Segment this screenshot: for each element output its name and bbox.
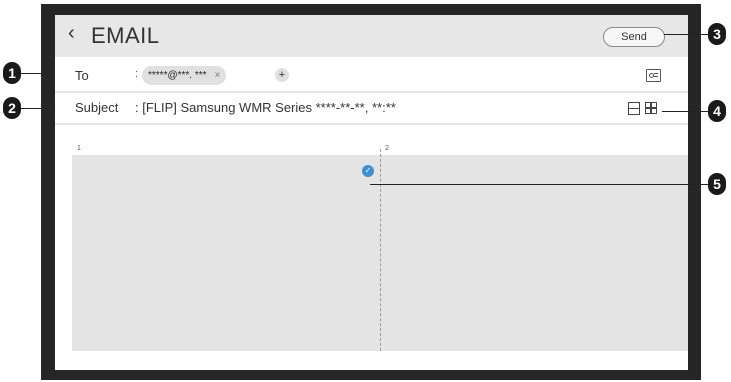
subject-row: Subject : [FLIP] Samsung WMR Series ****…	[55, 93, 688, 123]
single-layout-icon[interactable]	[628, 102, 640, 115]
page-label-2: 2	[385, 145, 389, 152]
callout-leader	[370, 184, 708, 185]
callout-leader	[21, 73, 55, 74]
callout-4: 4	[708, 100, 726, 122]
page-label-1: 1	[77, 145, 81, 152]
check-circle-icon[interactable]: ✓	[362, 165, 374, 177]
page-divider	[380, 149, 381, 351]
send-button[interactable]: Send	[603, 27, 665, 47]
contact-card-icon[interactable]	[646, 69, 661, 82]
to-label: To	[75, 68, 89, 83]
email-screen: ‹ EMAIL Send To : *****@***. *** × + Subj…	[55, 15, 688, 370]
recipient-chip[interactable]: *****@***. *** ×	[142, 66, 227, 85]
grid-layout-icon[interactable]	[645, 102, 657, 114]
to-separator: :	[135, 68, 139, 80]
email-header: ‹ EMAIL Send	[55, 15, 688, 57]
callout-5: 5	[708, 173, 726, 195]
callout-3: 3	[708, 23, 726, 45]
divider	[55, 123, 688, 125]
callout-2: 2	[3, 97, 21, 119]
callout-1: 1	[3, 62, 21, 84]
remove-recipient-icon[interactable]: ×	[215, 70, 221, 81]
subject-label: Subject	[75, 100, 119, 115]
callout-leader	[664, 34, 708, 35]
back-button[interactable]: ‹	[68, 22, 75, 45]
callout-leader	[21, 108, 55, 109]
to-row: To : *****@***. *** × +	[55, 61, 688, 91]
subject-field[interactable]: : [FLIP] Samsung WMR Series ****-**-**, …	[135, 100, 396, 115]
callout-leader	[662, 111, 708, 112]
recipient-address: *****@***. ***	[148, 70, 207, 81]
add-recipient-button[interactable]: +	[275, 68, 289, 82]
page-title: EMAIL	[91, 23, 160, 48]
